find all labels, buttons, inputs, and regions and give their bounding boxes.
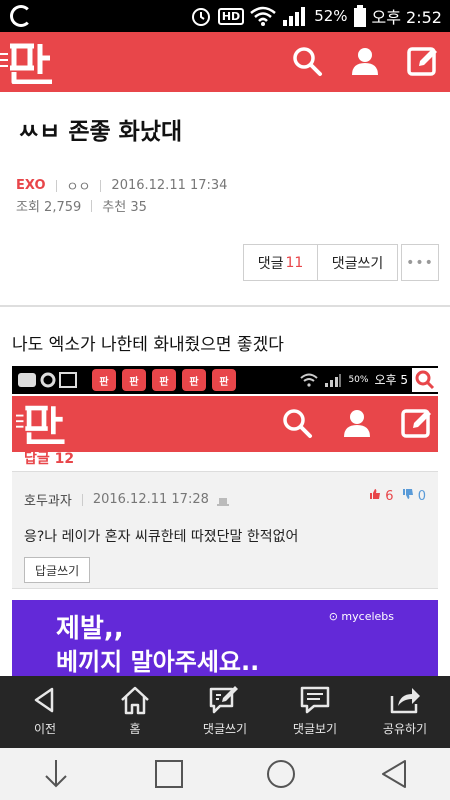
post-actions: 댓글 11 댓글쓰기 ••• — [243, 244, 439, 281]
write-icon[interactable] — [406, 44, 440, 78]
view-comments-icon — [300, 686, 330, 714]
nav-recents-icon[interactable] — [264, 757, 298, 791]
system-nav-bar — [0, 748, 450, 800]
banner-line-1: 제발,, — [56, 614, 124, 644]
embedded-wifi-icon — [300, 373, 319, 387]
write-comment-button[interactable]: 댓글쓰기 — [318, 244, 398, 281]
embedded-reply-button: 답글쓰기 — [24, 557, 91, 583]
divider — [81, 493, 83, 506]
embedded-app-header — [12, 396, 438, 452]
pann-logo[interactable] — [0, 40, 60, 84]
post-category[interactable]: EXO — [16, 178, 46, 193]
section-divider — [0, 305, 450, 307]
post-stats: 조회 2,759 추천 35 — [16, 196, 147, 215]
toolbar-share[interactable]: 공유하기 — [360, 676, 450, 748]
toolbar-back-label: 이전 — [33, 722, 57, 736]
status-bar: HD 52% 오후 2:52 — [0, 0, 450, 32]
search-icon[interactable] — [290, 44, 324, 78]
comment-count-button[interactable]: 댓글 11 — [243, 244, 318, 281]
embedded-user-icon — [344, 410, 370, 437]
signal-icon — [283, 7, 306, 26]
embedded-comment-nickname: 호두과자 — [24, 494, 72, 509]
embedded-search-box — [412, 368, 438, 392]
post-image: 판 판 판 판 판 50% 오후 5 답글 12 호두과자 2016.12.11… — [12, 366, 438, 676]
bottom-toolbar: 이전 홈 댓글쓰기 댓글보기 공유하기 — [0, 676, 450, 748]
write-comment-icon — [209, 686, 238, 714]
alarm-icon — [191, 8, 210, 26]
embedded-clock: 오후 5 — [374, 373, 408, 387]
embedded-app-icon: 판 — [122, 369, 146, 391]
back-icon — [34, 687, 54, 713]
hd-indicator: HD — [217, 7, 245, 25]
toolbar-back[interactable]: 이전 — [0, 676, 90, 748]
embedded-comment-date: 2016.12.11 17:28 — [92, 492, 209, 507]
embedded-app-icon: 판 — [182, 369, 206, 391]
embedded-app-icon: 판 — [152, 369, 176, 391]
embedded-comment-meta: 호두과자 2016.12.11 17:28 — [24, 490, 229, 509]
downvote-count: 0 — [417, 489, 426, 504]
embedded-signal-icon — [325, 373, 342, 387]
recommend-count: 추천 35 — [102, 200, 147, 215]
clock: 오후 2:52 — [371, 8, 442, 27]
embedded-write-icon — [401, 409, 431, 438]
nav-down-icon[interactable] — [39, 757, 73, 791]
thumbs-up-icon — [370, 489, 381, 499]
toolbar-home[interactable]: 홈 — [90, 676, 180, 748]
embedded-banner: 제발,, 베끼지 말아주세요.. ⊙ mycelebs — [12, 600, 438, 676]
embedded-battery: 50% — [348, 374, 369, 385]
notification-app-icon — [10, 5, 32, 27]
post-meta: EXO ㅇㅇ 2016.12.11 17:34 — [16, 176, 227, 195]
divider — [100, 179, 102, 192]
app-header — [0, 32, 450, 92]
embedded-upvote: 6 — [369, 488, 394, 504]
embedded-votes: 6 0 — [369, 488, 426, 504]
post-body-text: 나도 엑소가 나한테 화내줬으면 좋겠다 — [12, 335, 284, 355]
banner-line-2: 베끼지 말아주세요.. — [56, 648, 260, 676]
battery-icon — [353, 5, 366, 27]
embedded-status-bar: 판 판 판 판 판 50% 오후 5 — [12, 366, 438, 394]
post-nickname: ㅇㅇ — [66, 180, 91, 195]
embedded-app-icons: 판 판 판 판 판 — [92, 369, 236, 391]
embedded-comment-text: 응?나 레이가 혼자 씨큐한테 따졌단말 한적없어 — [24, 529, 299, 545]
wifi-icon — [250, 6, 276, 26]
view-count: 조회 2,759 — [16, 200, 82, 215]
share-icon — [390, 688, 420, 714]
screen: HD 52% 오후 2:52 ㅆㅂ 존좋 화났대 EXO ㅇㅇ 2016.12.… — [0, 0, 450, 800]
toolbar-home-label: 홈 — [129, 722, 141, 736]
embedded-status-right: 50% 오후 5 — [300, 371, 408, 388]
divider — [91, 199, 93, 212]
embedded-reply-count: 답글 12 — [24, 451, 75, 467]
post-title: ㅆㅂ 존좋 화났대 — [18, 119, 183, 145]
comment-label: 댓글 — [257, 255, 284, 272]
divider — [55, 179, 57, 192]
banner-brand: ⊙ mycelebs — [328, 610, 394, 623]
post-date: 2016.12.11 17:34 — [111, 178, 228, 193]
upvote-count: 6 — [385, 489, 394, 504]
user-icon[interactable] — [348, 44, 382, 78]
embedded-search-icon — [415, 370, 435, 390]
embedded-app-icon: 판 — [92, 369, 116, 391]
report-icon — [216, 497, 229, 506]
embedded-comment-card: 호두과자 2016.12.11 17:28 6 0 응?나 레이가 혼자 씨큐한… — [12, 471, 438, 589]
home-icon — [121, 686, 149, 715]
toolbar-view-comments-label: 댓글보기 — [292, 722, 338, 736]
toolbar-write-comment-label: 댓글쓰기 — [202, 722, 248, 736]
toolbar-write-comment[interactable]: 댓글쓰기 — [180, 676, 270, 748]
embedded-notification-icons — [18, 372, 77, 388]
embedded-search-icon — [283, 409, 312, 438]
battery-percent: 52% — [314, 7, 348, 25]
nav-back-icon[interactable] — [377, 757, 411, 791]
embedded-app-icon: 판 — [212, 369, 236, 391]
toolbar-share-label: 공유하기 — [382, 722, 428, 736]
thumbs-down-icon — [402, 489, 413, 499]
comment-count: 11 — [285, 254, 304, 271]
embedded-pann-logo — [16, 405, 65, 444]
more-button[interactable]: ••• — [401, 244, 439, 281]
nav-home-icon[interactable] — [152, 757, 186, 791]
embedded-downvote: 0 — [402, 488, 426, 504]
toolbar-view-comments[interactable]: 댓글보기 — [270, 676, 360, 748]
